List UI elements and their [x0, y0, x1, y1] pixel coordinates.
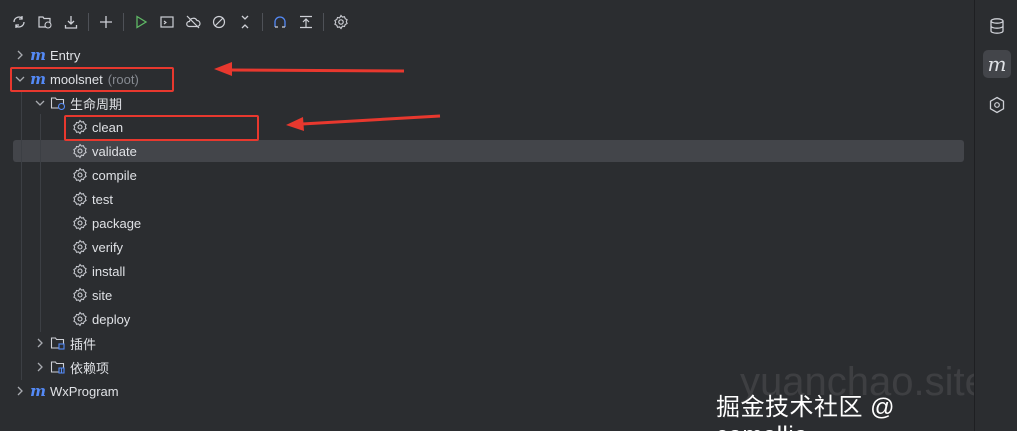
- maven-module-icon: m: [30, 46, 46, 64]
- folder-settings-icon: [50, 95, 66, 111]
- tree-node-label: compile: [92, 167, 137, 183]
- tree-node-entry[interactable]: m Entry: [12, 43, 80, 67]
- toolbar-separator: [262, 13, 263, 31]
- tree-node-plugins[interactable]: 插件: [32, 331, 96, 355]
- tree-node-label: 依赖项: [70, 360, 110, 376]
- annotation-box-root: [10, 67, 174, 92]
- offline-icon[interactable]: [182, 11, 204, 33]
- database-icon[interactable]: [983, 12, 1011, 40]
- chevron-right-icon[interactable]: [12, 47, 28, 63]
- tree-node-label: validate: [92, 143, 137, 159]
- annotation-arrow: [229, 68, 405, 73]
- gear-icon: [72, 167, 88, 183]
- hexagon-icon[interactable]: [983, 91, 1011, 119]
- toolbar-separator: [323, 13, 324, 31]
- settings-icon[interactable]: [330, 11, 352, 33]
- show-dependencies-icon[interactable]: [269, 11, 291, 33]
- run-icon[interactable]: [130, 11, 152, 33]
- annotation-arrowhead: [286, 117, 304, 131]
- maven-module-icon: m: [30, 382, 46, 400]
- tree-node-label: package: [92, 215, 142, 231]
- selected-row-highlight: [13, 140, 964, 162]
- tree-node-goal-site[interactable]: site: [72, 283, 112, 307]
- tree-guide-line: [40, 114, 41, 332]
- tree-node-wxprogram[interactable]: m WxProgram: [12, 379, 119, 403]
- skip-tests-icon[interactable]: [208, 11, 230, 33]
- chevron-right-icon[interactable]: [32, 335, 48, 351]
- tree-node-label: test: [92, 191, 113, 207]
- tree-node-dependencies[interactable]: 依赖项: [32, 355, 109, 379]
- tree-node-goal-verify[interactable]: verify: [72, 235, 123, 259]
- folder-plugin-icon: [50, 335, 66, 351]
- tree-node-label: verify: [92, 239, 124, 255]
- tree-node-goal-deploy[interactable]: deploy: [72, 307, 130, 331]
- folder-library-icon: [50, 359, 66, 375]
- chevron-right-icon[interactable]: [12, 383, 28, 399]
- annotation-box-clean: [64, 115, 259, 141]
- right-tool-strip: m: [974, 0, 1017, 431]
- gear-icon: [72, 239, 88, 255]
- annotation-arrowhead: [214, 62, 232, 76]
- tree-guide-line: [21, 90, 22, 380]
- plus-icon[interactable]: [95, 11, 117, 33]
- gear-icon: [72, 191, 88, 207]
- maven-icon-label: m: [987, 52, 1007, 76]
- maven-icon[interactable]: m: [983, 50, 1011, 78]
- execute-goal-icon[interactable]: [156, 11, 178, 33]
- add-project-icon[interactable]: [34, 11, 56, 33]
- toolbar: [8, 8, 356, 36]
- refresh-icon[interactable]: [8, 11, 30, 33]
- tree-node-goal-install[interactable]: install: [72, 259, 125, 283]
- collapse-icon[interactable]: [234, 11, 256, 33]
- tree-node-label: deploy: [92, 311, 131, 327]
- tree-node-goal-validate[interactable]: validate: [72, 139, 137, 163]
- tree-node-label: 插件: [70, 336, 97, 352]
- tree-node-goal-compile[interactable]: compile: [72, 163, 137, 187]
- tree-node-goal-package[interactable]: package: [72, 211, 141, 235]
- gear-icon: [72, 143, 88, 159]
- tree-node-label: Entry: [50, 47, 81, 63]
- tree-node-label: 生命周期: [70, 96, 123, 112]
- toolbar-separator: [88, 13, 89, 31]
- tree-node-label: WxProgram: [50, 383, 119, 399]
- download-icon[interactable]: [60, 11, 82, 33]
- watermark: 掘金技术社区 @ camellia: [716, 394, 896, 431]
- gear-icon: [72, 287, 88, 303]
- tree-node-lifecycle[interactable]: 生命周期: [32, 91, 122, 115]
- align-top-icon[interactable]: [295, 11, 317, 33]
- chevron-right-icon[interactable]: [32, 359, 48, 375]
- tree-node-label: site: [92, 287, 113, 303]
- gear-icon: [72, 311, 88, 327]
- tree-node-label: install: [92, 263, 126, 279]
- tree-node-goal-test[interactable]: test: [72, 187, 113, 211]
- toolbar-separator: [123, 13, 124, 31]
- gear-icon: [72, 215, 88, 231]
- chevron-down-icon[interactable]: [32, 95, 48, 111]
- annotation-arrow: [301, 114, 441, 126]
- gear-icon: [72, 263, 88, 279]
- maven-tool-window: m Entry m moolsnet (root) 生命周期 clean vali…: [0, 0, 987, 431]
